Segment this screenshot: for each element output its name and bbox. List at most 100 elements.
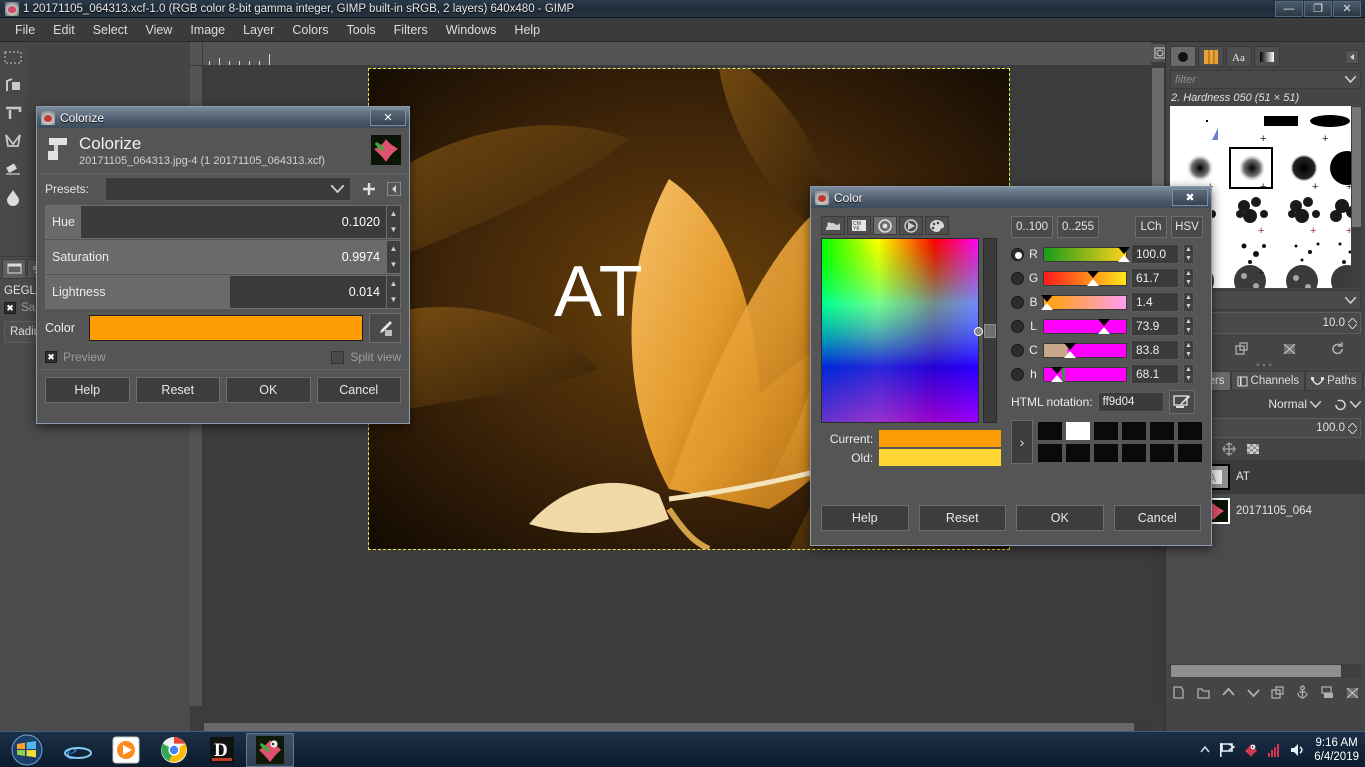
menu-colors[interactable]: Colors bbox=[283, 20, 337, 40]
color-plane[interactable] bbox=[821, 238, 983, 423]
channel-value-h[interactable]: 68.1 bbox=[1131, 364, 1179, 384]
colorize-reset-button[interactable]: Reset bbox=[135, 377, 220, 403]
windows-media-player-icon[interactable] bbox=[102, 733, 150, 767]
menu-image[interactable]: Image bbox=[181, 20, 234, 40]
palette-swatch[interactable] bbox=[1149, 421, 1175, 441]
color-help-button[interactable]: Help bbox=[821, 505, 909, 531]
palette-swatch[interactable] bbox=[1037, 443, 1063, 463]
palette-swatch[interactable] bbox=[1037, 421, 1063, 441]
palette-swatch[interactable] bbox=[1093, 421, 1119, 441]
cmyk-icon[interactable]: CM YK bbox=[847, 216, 871, 235]
ink-drop-icon[interactable] bbox=[2, 184, 24, 210]
channel-radio-g[interactable] bbox=[1011, 271, 1024, 285]
color-swatch[interactable] bbox=[89, 315, 363, 341]
merge-layer-icon[interactable] bbox=[1320, 685, 1335, 700]
palette-swatch[interactable] bbox=[1149, 443, 1175, 463]
menu-help[interactable]: Help bbox=[505, 20, 549, 40]
brushes-tab[interactable] bbox=[1170, 46, 1196, 67]
channel-bar-b[interactable] bbox=[1040, 294, 1127, 310]
channel-spinner-g[interactable]: ▲ ▼ bbox=[1183, 268, 1194, 288]
channel-bar-r[interactable] bbox=[1043, 246, 1130, 262]
flag-icon[interactable] bbox=[1218, 742, 1236, 758]
sample-merged-checkbox[interactable]: ✖ bbox=[4, 302, 16, 314]
new-layer-group-icon[interactable] bbox=[1196, 685, 1211, 700]
color-plane-marker[interactable] bbox=[974, 327, 983, 336]
close-button[interactable]: ✕ bbox=[1333, 0, 1361, 17]
layer-list-scrollbar[interactable] bbox=[1170, 664, 1361, 678]
dock-menu-button[interactable] bbox=[1345, 49, 1359, 64]
palette-swatch[interactable] bbox=[1177, 443, 1203, 463]
patterns-tab[interactable] bbox=[1198, 46, 1224, 67]
move-icon[interactable] bbox=[2, 100, 24, 126]
channel-spinner-l[interactable]: ▲ ▼ bbox=[1183, 316, 1194, 336]
split-view-option[interactable]: Split view bbox=[331, 350, 401, 364]
menu-tools[interactable]: Tools bbox=[337, 20, 384, 40]
lock-position-icon[interactable] bbox=[1222, 442, 1236, 456]
eraser-icon[interactable] bbox=[2, 156, 24, 182]
channel-spinner-h[interactable]: ▲ ▼ bbox=[1183, 364, 1194, 384]
color-cancel-button[interactable]: Cancel bbox=[1113, 505, 1201, 531]
range-0-100-button[interactable]: 0..100 bbox=[1011, 216, 1053, 238]
gimp-watercolor-icon[interactable] bbox=[821, 216, 845, 235]
duplicate-layer-icon[interactable] bbox=[1270, 685, 1285, 700]
palette-swatch-white[interactable] bbox=[1065, 421, 1091, 441]
menu-layer[interactable]: Layer bbox=[234, 20, 283, 40]
reset-mode-icon[interactable] bbox=[1332, 397, 1347, 412]
volume-icon[interactable] bbox=[1289, 742, 1307, 758]
tab-channels[interactable]: Channels bbox=[1230, 371, 1306, 391]
lch-button[interactable]: LCh bbox=[1135, 216, 1167, 238]
colorize-cancel-button[interactable]: Cancel bbox=[316, 377, 401, 403]
brush-grid-scrollbar[interactable] bbox=[1351, 106, 1362, 288]
color-picker-button[interactable] bbox=[369, 313, 401, 343]
channel-value-l[interactable]: 73.9 bbox=[1131, 316, 1179, 336]
channel-bar-g[interactable] bbox=[1043, 270, 1127, 286]
tab-paths[interactable]: Paths bbox=[1305, 371, 1363, 391]
tool-options-tab[interactable] bbox=[2, 259, 26, 279]
menu-select[interactable]: Select bbox=[84, 20, 137, 40]
raise-layer-icon[interactable] bbox=[1221, 685, 1236, 700]
opacity-spinner[interactable] bbox=[1348, 422, 1357, 434]
channel-radio-l[interactable] bbox=[1011, 319, 1024, 333]
chevron-down-icon-2[interactable] bbox=[1350, 400, 1361, 408]
chevron-down-icon[interactable] bbox=[1310, 400, 1321, 408]
lightness-spinner[interactable]: ▲ ▼ bbox=[386, 276, 400, 308]
palette-swatch[interactable] bbox=[1177, 421, 1203, 441]
colorize-ok-button[interactable]: OK bbox=[226, 377, 311, 403]
colorize-help-button[interactable]: Help bbox=[45, 377, 130, 403]
channel-spinner-r[interactable]: ▲ ▼ bbox=[1183, 244, 1194, 264]
rectangle-select-icon[interactable] bbox=[2, 44, 24, 70]
channel-bar-l[interactable] bbox=[1043, 318, 1127, 334]
maximize-button[interactable]: ❐ bbox=[1304, 0, 1332, 17]
duplicate-brush-icon[interactable] bbox=[1234, 341, 1249, 356]
delete-brush-icon[interactable] bbox=[1282, 341, 1297, 356]
palette-swatch[interactable] bbox=[1121, 421, 1147, 441]
color-close-button[interactable]: ✖ bbox=[1172, 189, 1208, 206]
range-0-255-button[interactable]: 0..255 bbox=[1057, 216, 1099, 238]
delete-layer-icon[interactable] bbox=[1345, 685, 1360, 700]
palette-swatch[interactable] bbox=[1121, 443, 1147, 463]
hsv-button[interactable]: HSV bbox=[1171, 216, 1203, 238]
gradients-tab[interactable] bbox=[1254, 46, 1280, 67]
palette-expand-button[interactable]: › bbox=[1011, 420, 1033, 464]
windows-start-icon[interactable] bbox=[0, 733, 54, 767]
channel-spinner-b[interactable]: ▲ ▼ bbox=[1183, 292, 1194, 312]
refresh-brushes-icon[interactable] bbox=[1330, 341, 1345, 356]
menu-view[interactable]: View bbox=[136, 20, 181, 40]
split-view-checkbox[interactable] bbox=[331, 350, 345, 364]
preset-menu-icon[interactable] bbox=[387, 182, 401, 196]
channel-radio-h[interactable] bbox=[1011, 367, 1024, 381]
screen-color-picker-button[interactable] bbox=[1168, 390, 1195, 414]
color-reset-button[interactable]: Reset bbox=[918, 505, 1006, 531]
spinner-up-icon[interactable] bbox=[1348, 317, 1357, 323]
value-strip-handle[interactable] bbox=[984, 324, 996, 338]
ruler-origin[interactable] bbox=[190, 42, 203, 66]
hue-spinner[interactable]: ▲ ▼ bbox=[386, 206, 400, 238]
channel-value-b[interactable]: 1.4 bbox=[1131, 292, 1179, 312]
channel-radio-c[interactable] bbox=[1011, 343, 1024, 357]
brush-size-spinner[interactable] bbox=[1348, 317, 1357, 329]
color-wheel-icon[interactable] bbox=[873, 216, 897, 235]
colorize-close-button[interactable]: ✕ bbox=[370, 109, 406, 126]
preview-checkbox[interactable]: ✖ bbox=[45, 351, 57, 363]
channel-value-g[interactable]: 61.7 bbox=[1131, 268, 1179, 288]
new-layer-icon[interactable] bbox=[1171, 685, 1186, 700]
